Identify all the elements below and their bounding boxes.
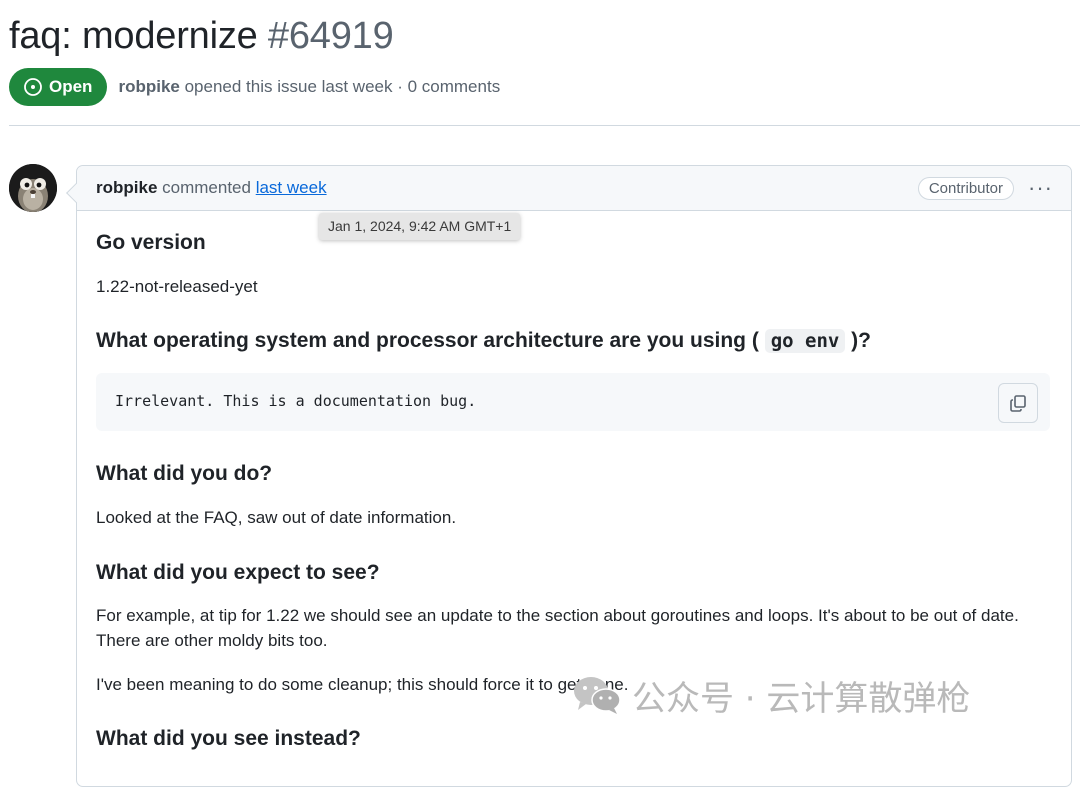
issue-meta-text: robpike opened this issue last week · 0 … [118, 77, 500, 97]
comment-time-link[interactable]: last week [256, 178, 327, 197]
code-block: Irrelevant. This is a documentation bug. [96, 373, 1050, 431]
role-badge: Contributor [917, 176, 1015, 200]
state-badge-label: Open [49, 77, 93, 96]
heading-see-instead: What did you see instead? [96, 727, 361, 750]
expect-text-line1: For example, at tip for 1.22 we should s… [96, 606, 1019, 625]
expect-text-line2: There are other moldy bits too. [96, 631, 328, 650]
issue-title-text: faq: modernize [9, 15, 258, 57]
copy-icon [1010, 395, 1026, 412]
comment-action: commented [162, 178, 251, 197]
kebab-horizontal-icon[interactable]: ··· [1028, 177, 1053, 199]
watermark: 公众号 · 云计算散弹枪 [572, 670, 970, 720]
did-text: Looked at the FAQ, saw out of date infor… [96, 508, 457, 527]
header-divider [9, 125, 1080, 126]
issue-author-link[interactable]: robpike [118, 77, 179, 96]
heading-expect: What did you expect to see? [96, 561, 380, 584]
os-heading-suffix: )? [851, 329, 871, 352]
watermark-text: 公众号 · 云计算散弹枪 [632, 678, 971, 719]
timestamp-tooltip: Jan 1, 2024, 9:42 AM GMT+1 [319, 213, 521, 240]
comment-byline: robpike commented last week [96, 178, 327, 198]
state-badge: Open [9, 68, 108, 106]
issue-open-icon [24, 78, 42, 96]
os-heading-prefix: What operating system and processor arch… [96, 329, 759, 352]
code-block-text: Irrelevant. This is a documentation bug. [115, 392, 477, 410]
gopher-avatar[interactable] [9, 164, 57, 212]
copy-button[interactable] [998, 383, 1038, 423]
expect-text-2: I've been meaning to do some cleanup; th… [96, 675, 629, 694]
comment-header: robpike commented last week Contributor … [77, 166, 1071, 211]
heading-what-did-you-do: What did you do? [96, 462, 273, 485]
issue-number: #64919 [267, 15, 394, 57]
issue-title: faq: modernize #64919 [9, 12, 394, 60]
issue-meta: Open robpike opened this issue last week… [9, 68, 500, 106]
go-version-value: 1.22-not-released-yet [96, 277, 258, 296]
issue-meta-suffix: opened this issue last week · 0 comments [184, 77, 501, 96]
comment-author-link[interactable]: robpike [96, 178, 157, 197]
heading-go-version: Go version [96, 231, 206, 254]
heading-os-arch: What operating system and processor arch… [96, 327, 871, 355]
wechat-icon [574, 677, 621, 714]
os-heading-code: go env [764, 329, 846, 353]
